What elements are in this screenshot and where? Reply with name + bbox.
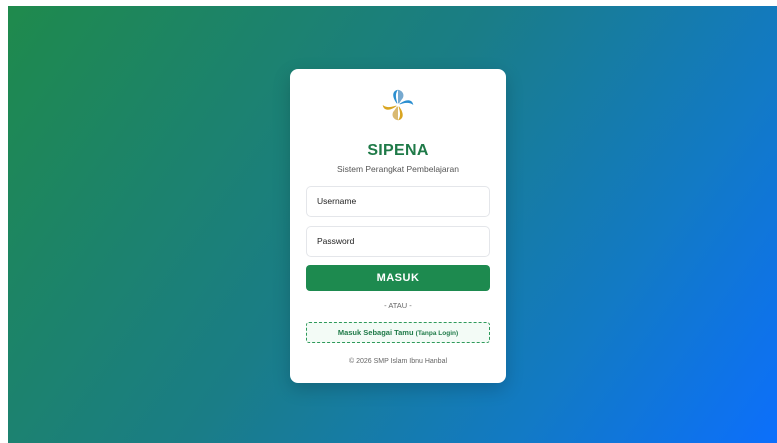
login-background: SIPENA Sistem Perangkat Pembelajaran Use… <box>8 6 777 443</box>
app-title: SIPENA <box>367 142 429 159</box>
or-divider: - ATAU - <box>384 301 412 310</box>
guest-login-button[interactable]: Masuk Sebagai Tamu (Tanpa Login) <box>306 322 490 343</box>
login-card: SIPENA Sistem Perangkat Pembelajaran Use… <box>290 69 506 383</box>
footer-copyright: © 2026 SMP Islam Ibnu Hanbal <box>348 358 448 365</box>
password-field[interactable]: Password <box>306 226 490 257</box>
username-field[interactable]: Username <box>306 186 490 217</box>
login-button[interactable]: MASUK <box>306 265 490 291</box>
guest-login-note: (Tanpa Login) <box>415 330 459 337</box>
guest-login-label: Masuk Sebagai Tamu <box>337 328 414 337</box>
sipena-logo-icon <box>382 89 414 121</box>
app-subtitle: Sistem Perangkat Pembelajaran <box>337 164 459 174</box>
